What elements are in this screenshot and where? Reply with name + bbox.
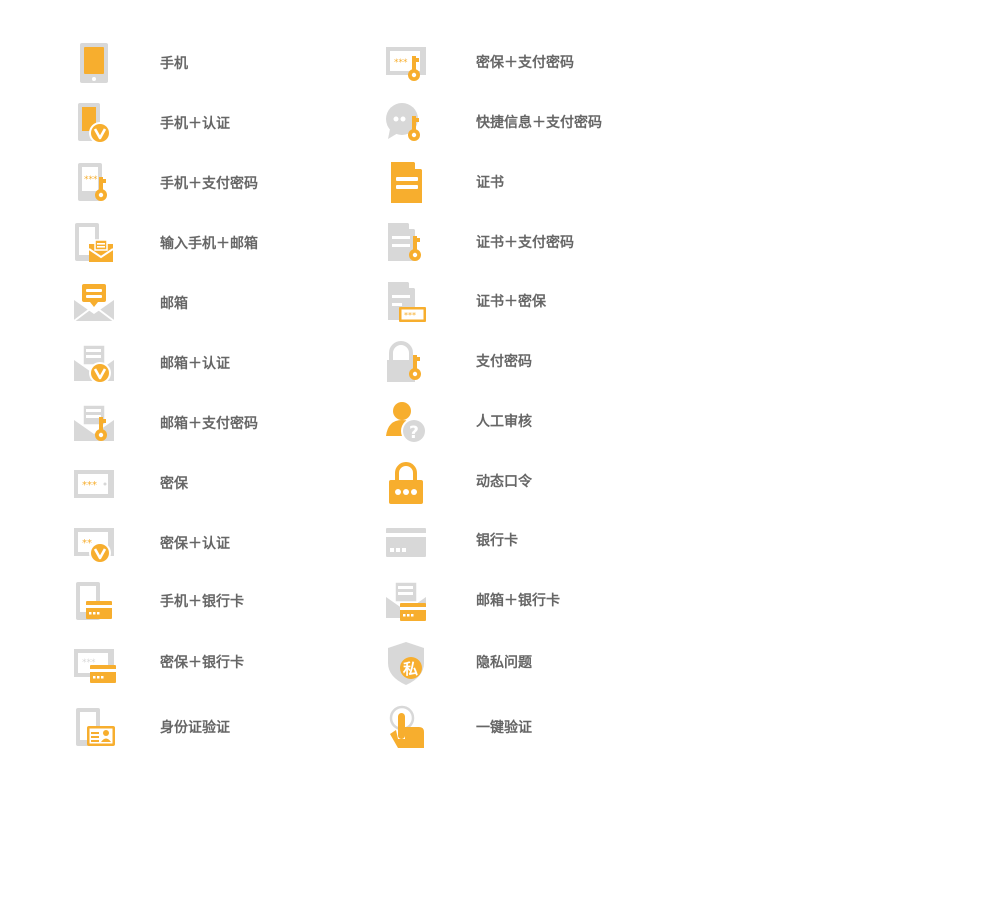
bankcard-icon xyxy=(382,517,430,565)
certificate-security-icon: *** xyxy=(382,278,430,326)
certificate-icon xyxy=(382,159,430,207)
option-label: 人工审核 xyxy=(476,414,532,430)
option-label: 隐私问题 xyxy=(476,655,532,671)
option-label: 动态口令 xyxy=(476,474,532,490)
option-label: 银行卡 xyxy=(476,533,518,549)
quickinfo-paykey-icon xyxy=(382,99,430,147)
privacy-question-icon: 私 xyxy=(382,639,430,687)
option-label: 快捷信息＋支付密码 xyxy=(476,115,602,131)
option-label: 证书＋支付密码 xyxy=(476,235,574,251)
svg-text:***: *** xyxy=(394,58,408,68)
option-label: 密保＋支付密码 xyxy=(476,55,574,71)
email-bankcard-icon xyxy=(382,577,430,625)
one-click-verify-icon xyxy=(382,704,430,752)
option-certificate-security[interactable]: *** 证书＋密保 xyxy=(0,278,546,328)
paykey-lock-icon xyxy=(382,338,430,386)
verification-icon-sheet: 手机 手机＋认证 *** 手机＋支付密码 输入手机＋邮箱 邮箱 邮箱＋认证 邮箱… xyxy=(0,0,1000,923)
option-dynamic-token[interactable]: 动态口令 xyxy=(0,458,532,508)
dynamic-token-icon xyxy=(382,458,430,506)
option-security-paykey[interactable]: *** 密保＋支付密码 xyxy=(0,39,574,89)
svg-text:?: ? xyxy=(409,423,419,443)
privacy-badge-text: 私 xyxy=(402,660,418,678)
option-label: 证书＋密保 xyxy=(476,294,546,310)
option-paykey[interactable]: 支付密码 xyxy=(0,338,532,388)
option-certificate[interactable]: 证书 xyxy=(0,159,504,209)
option-manual-review[interactable]: ? 人工审核 xyxy=(0,398,532,448)
option-certificate-paykey[interactable]: 证书＋支付密码 xyxy=(0,219,574,269)
manual-review-icon: ? xyxy=(382,398,430,446)
security-paykey-icon: *** xyxy=(382,39,430,87)
option-label: 证书 xyxy=(476,175,504,191)
option-one-click-verify[interactable]: 一键验证 xyxy=(0,704,532,754)
option-label: 一键验证 xyxy=(476,720,532,736)
option-label: 支付密码 xyxy=(476,354,532,370)
option-bankcard[interactable]: 银行卡 xyxy=(0,517,518,567)
option-email-bankcard[interactable]: 邮箱＋银行卡 xyxy=(0,577,560,627)
option-privacy-question[interactable]: 私 隐私问题 xyxy=(0,639,532,689)
option-label: 邮箱＋银行卡 xyxy=(476,593,560,609)
certificate-paykey-icon xyxy=(382,219,430,267)
svg-text:***: *** xyxy=(404,311,416,320)
option-quickinfo-paykey[interactable]: 快捷信息＋支付密码 xyxy=(0,99,602,149)
